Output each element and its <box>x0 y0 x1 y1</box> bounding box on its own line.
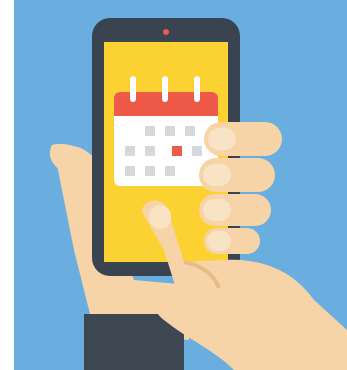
calendar-day <box>185 126 195 136</box>
fingernail <box>203 199 231 221</box>
illustration-scene <box>14 0 347 370</box>
calendar-ring <box>130 76 136 102</box>
fingernail <box>203 164 231 186</box>
calendar-day <box>145 126 155 136</box>
calendar-day <box>125 146 135 156</box>
calendar-day <box>192 146 202 156</box>
fingernail <box>207 231 231 251</box>
calendar-day <box>165 126 175 136</box>
calendar-phone-illustration <box>14 0 347 370</box>
calendar-day-highlighted <box>172 146 182 156</box>
calendar-day <box>145 146 155 156</box>
calendar-day <box>145 166 155 176</box>
phone-camera <box>163 29 169 35</box>
calendar-ring <box>194 76 200 102</box>
calendar-ring <box>162 76 168 102</box>
calendar-day <box>125 166 135 176</box>
fingernail <box>208 128 236 150</box>
pointing-fingernail <box>149 205 171 229</box>
calendar-day <box>165 166 175 176</box>
